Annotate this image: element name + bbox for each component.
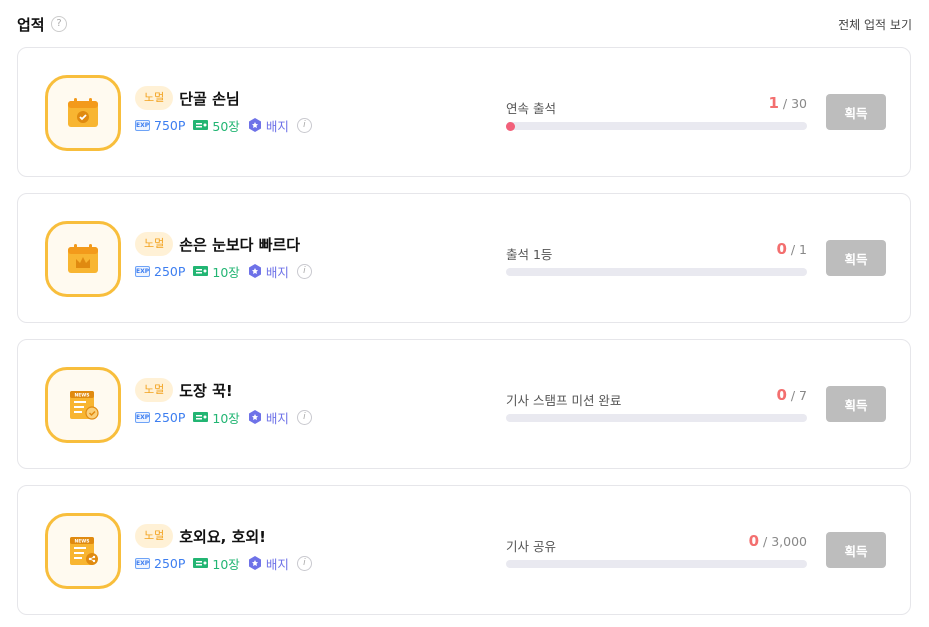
exp-reward: 250P [154, 555, 186, 571]
badge-reward: 배지 [265, 410, 289, 426]
ticket-reward: 10장 [212, 410, 240, 426]
ticket-reward: 10장 [212, 556, 240, 572]
progress-count: 0 / 1 [776, 240, 807, 258]
ticket-reward: 50장 [212, 118, 240, 134]
svg-text:NEWS: NEWS [74, 393, 89, 399]
claim-button[interactable]: 획득 [826, 94, 886, 130]
achievement-title: 단골 손님 [179, 89, 240, 108]
progress-total: / 1 [790, 242, 807, 257]
exp-icon: EXP [135, 411, 150, 423]
progress-bar [506, 268, 807, 276]
progress-current: 0 [748, 532, 760, 550]
progress-label: 출석 1등 [506, 247, 553, 262]
ticket-icon [193, 412, 209, 422]
badge-icon [248, 118, 261, 132]
news-stamp-icon: NEWS [45, 367, 121, 443]
badge-reward: 배지 [265, 556, 289, 572]
exp-reward: 250P [154, 409, 186, 425]
ticket-icon [193, 120, 209, 130]
progress-total: / 3,000 [763, 534, 807, 549]
exp-icon: EXP [135, 557, 150, 569]
progress-total: / 7 [790, 388, 807, 403]
claim-button[interactable]: 획득 [826, 240, 886, 276]
ticket-icon [193, 558, 209, 568]
progress-current: 0 [776, 386, 787, 404]
exp-icon: EXP [135, 265, 150, 277]
progress-count: 0 / 7 [776, 386, 807, 404]
ticket-reward: 10장 [212, 264, 240, 280]
ticket-icon [193, 266, 209, 276]
achievement-card: 노멀 손은 눈보다 빠르다 EXP 250P 10장 배지 i 출석 1등 0 /… [17, 193, 911, 323]
tier-badge: 노멀 [135, 232, 174, 256]
reward-list: EXP 250P 10장 배지 i [135, 408, 312, 426]
exp-reward: 250P [154, 263, 186, 279]
achievement-card: 노멀 단골 손님 EXP 750P 50장 배지 i 연속 출석 1 / 30 획… [17, 47, 911, 177]
progress-current: 1 [768, 94, 779, 112]
help-icon[interactable]: ? [51, 16, 67, 32]
achievement-title: 호외요, 호외! [179, 527, 267, 546]
badge-icon [248, 410, 261, 424]
progress-label: 기사 스탬프 미션 완료 [506, 393, 622, 408]
badge-icon [248, 556, 261, 570]
tier-badge: 노멀 [135, 524, 174, 548]
progress-label: 연속 출석 [506, 101, 556, 116]
page-title: 업적 [17, 16, 45, 34]
info-icon[interactable]: i [296, 555, 312, 571]
tier-badge: 노멀 [135, 378, 174, 402]
badge-reward: 배지 [265, 264, 289, 280]
reward-list: EXP 750P 50장 배지 i [135, 116, 312, 134]
tier-badge: 노멀 [135, 86, 174, 110]
badge-icon [248, 264, 261, 278]
info-icon[interactable]: i [296, 263, 312, 279]
view-all-achievements-link[interactable]: 전체 업적 보기 [838, 16, 912, 33]
exp-icon: EXP [135, 119, 150, 131]
progress-bar [506, 121, 807, 131]
info-icon[interactable]: i [296, 409, 312, 425]
reward-list: EXP 250P 10장 배지 i [135, 262, 312, 280]
achievement-card: NEWS 노멀 도장 꾹! EXP 250P 10장 배지 i 기사 스탬프 미션… [17, 339, 911, 469]
progress-bar [506, 414, 807, 422]
progress-count: 0 / 3,000 [749, 532, 807, 550]
svg-text:NEWS: NEWS [74, 539, 89, 545]
achievement-title: 손은 눈보다 빠르다 [179, 235, 301, 254]
claim-button[interactable]: 획득 [826, 532, 886, 568]
badge-reward: 배지 [265, 118, 289, 134]
claim-button[interactable]: 획득 [826, 386, 886, 422]
calendar-crown-icon [45, 221, 121, 297]
reward-list: EXP 250P 10장 배지 i [135, 554, 312, 572]
progress-label: 기사 공유 [506, 539, 556, 554]
calendar-check-icon [45, 75, 121, 151]
achievement-title: 도장 꾹! [179, 381, 233, 400]
progress-total: / 30 [782, 96, 807, 111]
achievements-header: 업적 ? 전체 업적 보기 [17, 10, 912, 36]
progress-bar [506, 560, 807, 568]
achievement-card: NEWS 노멀 호외요, 호외! EXP 250P 10장 배지 i 기사 공유 … [17, 485, 911, 615]
exp-reward: 750P [154, 117, 186, 133]
news-share-icon: NEWS [45, 513, 121, 589]
progress-current: 0 [776, 240, 787, 258]
info-icon[interactable]: i [296, 117, 312, 133]
progress-count: 1 / 30 [768, 94, 807, 112]
progress-fill [506, 121, 515, 131]
